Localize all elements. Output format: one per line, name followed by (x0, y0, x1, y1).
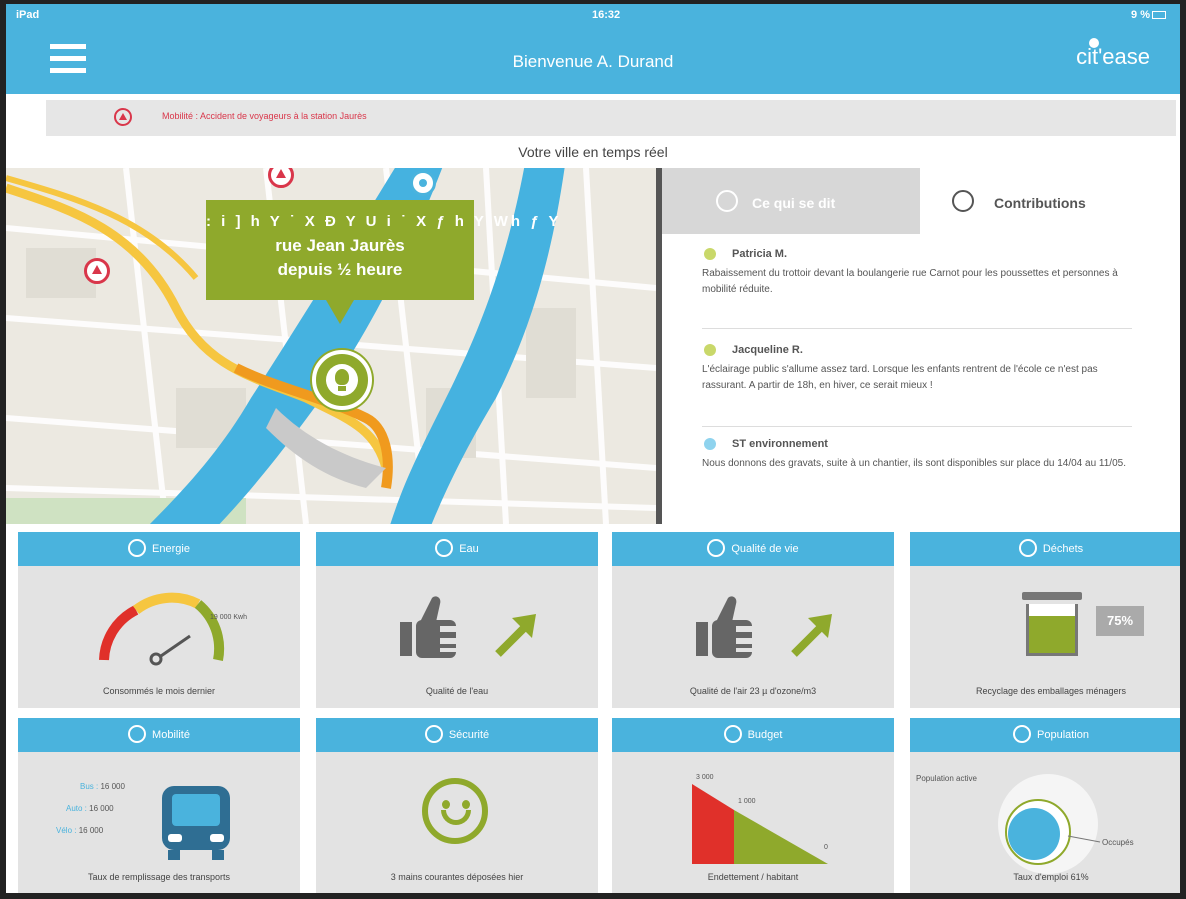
tile-header: Sécurité (316, 718, 598, 752)
thumbs-up-icon (696, 596, 758, 658)
contributor-name: Jacqueline R. (704, 344, 1132, 356)
shield-icon (424, 725, 443, 744)
water-icon (435, 539, 454, 558)
info-marker-icon[interactable] (410, 170, 436, 196)
contribution-text: Nous donnons des gravats, suite à un cha… (702, 458, 1126, 469)
tile-header: Mobilité (18, 718, 300, 752)
battery-icon (1152, 11, 1166, 20)
welcome-title: Bienvenue A. Durand (512, 52, 674, 71)
stat-auto: Auto : 16 000 (66, 804, 114, 813)
tile-securite[interactable]: Sécurité 3 mains courantes déposées hier (316, 718, 598, 893)
tile-footer: 3 mains courantes déposées hier (390, 872, 524, 882)
tile-footer: Recyclage des emballages ménagers (975, 686, 1127, 696)
population-active-label: Population active (916, 774, 977, 783)
map-pin[interactable] (312, 350, 372, 410)
tile-header: Déchets (910, 532, 1180, 566)
trend-up-icon (791, 614, 832, 657)
stat-velo: Vélo : 16 000 (56, 826, 104, 835)
tile-energie[interactable]: Energie 19 000 Kwh Consommés le mois der… (18, 532, 300, 708)
tile-header: Eau (316, 532, 598, 566)
alert-text: Mobilité : Accident de voyageurs à la st… (162, 111, 367, 121)
tile-header: Qualité de vie (612, 532, 894, 566)
battery-indicator: 9 % (1131, 9, 1166, 21)
bin-fill-level (1029, 616, 1075, 653)
recycling-percent: 75% (1096, 606, 1144, 636)
contributions-panel: Ce qui se dit Contributions Patricia M. … (662, 168, 1180, 524)
budget-label-high: 3 000 (696, 774, 714, 781)
budget-triangle-chart (692, 784, 828, 864)
bin-icon (1022, 592, 1082, 656)
gauge-value: 19 000 Kwh (210, 614, 247, 621)
contribution-text: Rabaissement du trottoir devant la boula… (702, 268, 1118, 295)
section-title: Votre ville en temps réel (518, 144, 668, 160)
thumbs-up-icon (400, 596, 462, 658)
battery-label: 9 % (1131, 9, 1150, 21)
contribution-item[interactable]: Patricia M. Rabaissement du trottoir dev… (702, 248, 1132, 298)
twitter-icon (716, 190, 738, 212)
tile-footer: Endettement / habitant (707, 872, 799, 882)
tile-population[interactable]: Population Population active Occupés Tau… (910, 718, 1180, 893)
tooltip-line-2: rue Jean Jaurès (275, 236, 405, 255)
gauge-icon (99, 592, 225, 666)
tab-ce-qui-se-dit[interactable]: Ce qui se dit (662, 168, 920, 234)
smiley-face-icon (422, 778, 488, 844)
lightbulb-icon (326, 364, 358, 396)
status-bar: iPad 16:32 9 % (6, 4, 1180, 26)
budget-label-low: 0 (824, 844, 828, 851)
incident-marker-icon[interactable] (84, 258, 110, 284)
panel-tabs: Ce qui se dit Contributions (662, 168, 1180, 234)
contribution-item[interactable]: Jacqueline R. L'éclairage public s'allum… (702, 344, 1132, 394)
population-occupied-label: Occupés (1102, 838, 1134, 847)
tile-footer: Taux d'emploi 61% (1013, 872, 1089, 882)
tooltip-line-3: depuis ½ heure (277, 260, 403, 279)
tile-qualite-de-vie[interactable]: Qualité de vie Qualité de l'air 23 µ d'o… (612, 532, 894, 708)
tile-footer: Qualité de l'air 23 µ d'ozone/m3 (689, 686, 817, 696)
contributor-name: Patricia M. (704, 248, 1132, 260)
budget-label-mid: 1 000 (738, 798, 756, 805)
divider (702, 328, 1132, 329)
contribution-item[interactable]: ST environnement Nous donnons des gravat… (702, 438, 1132, 472)
transport-stats: Bus : 16 000 Auto : 16 000 Vélo : 16 000 (46, 776, 125, 842)
contributor-name: ST environnement (704, 438, 1132, 450)
warning-icon (114, 108, 132, 126)
carrier-label: iPad (16, 9, 40, 21)
trash-icon (1018, 539, 1037, 558)
tile-dechets[interactable]: Déchets 75% Recyclage des emballages mén… (910, 532, 1180, 708)
smiley-icon (952, 190, 974, 212)
tile-eau[interactable]: Eau Qualité de l'eau (316, 532, 598, 708)
population-circles-chart (998, 774, 1101, 874)
map-tooltip: : i ] h Y ˙ X Ð Y U i ˙ X ƒ h Y Wh ƒ Y r… (206, 200, 562, 324)
divider (702, 426, 1132, 427)
tile-footer: Consommés le mois dernier (102, 686, 216, 696)
bus-icon (128, 725, 147, 744)
stat-bus: Bus : 16 000 (80, 782, 125, 791)
tooltip-line-1: : i ] h Y ˙ X Ð Y U i ˙ X ƒ h Y Wh ƒ Y (206, 213, 562, 230)
brand-logo: cit'ease (1076, 38, 1150, 70)
tab-contributions[interactable]: Contributions (920, 168, 1180, 234)
clock: 16:32 (592, 9, 621, 21)
app-header: Bienvenue A. Durand cit'ease (6, 26, 1180, 94)
tile-budget[interactable]: Budget 3 000 1 000 0 Endettement / habit… (612, 718, 894, 893)
tile-footer: Taux de remplissage des transports (87, 872, 231, 882)
app-frame: iPad 16:32 9 % Bienvenue A. Durand cit'e… (0, 0, 1186, 899)
trend-up-icon (495, 614, 536, 657)
bus-illustration-icon (162, 786, 230, 860)
tile-footer: Qualité de l'eau (425, 686, 489, 696)
contribution-text: L'éclairage public s'allume assez tard. … (702, 364, 1098, 391)
leaf-icon (707, 539, 726, 558)
alert-banner[interactable]: Mobilité : Accident de voyageurs à la st… (46, 100, 1176, 136)
tile-mobilite[interactable]: Mobilité Bus : 16 000 Auto : 16 000 Vélo… (18, 718, 300, 893)
